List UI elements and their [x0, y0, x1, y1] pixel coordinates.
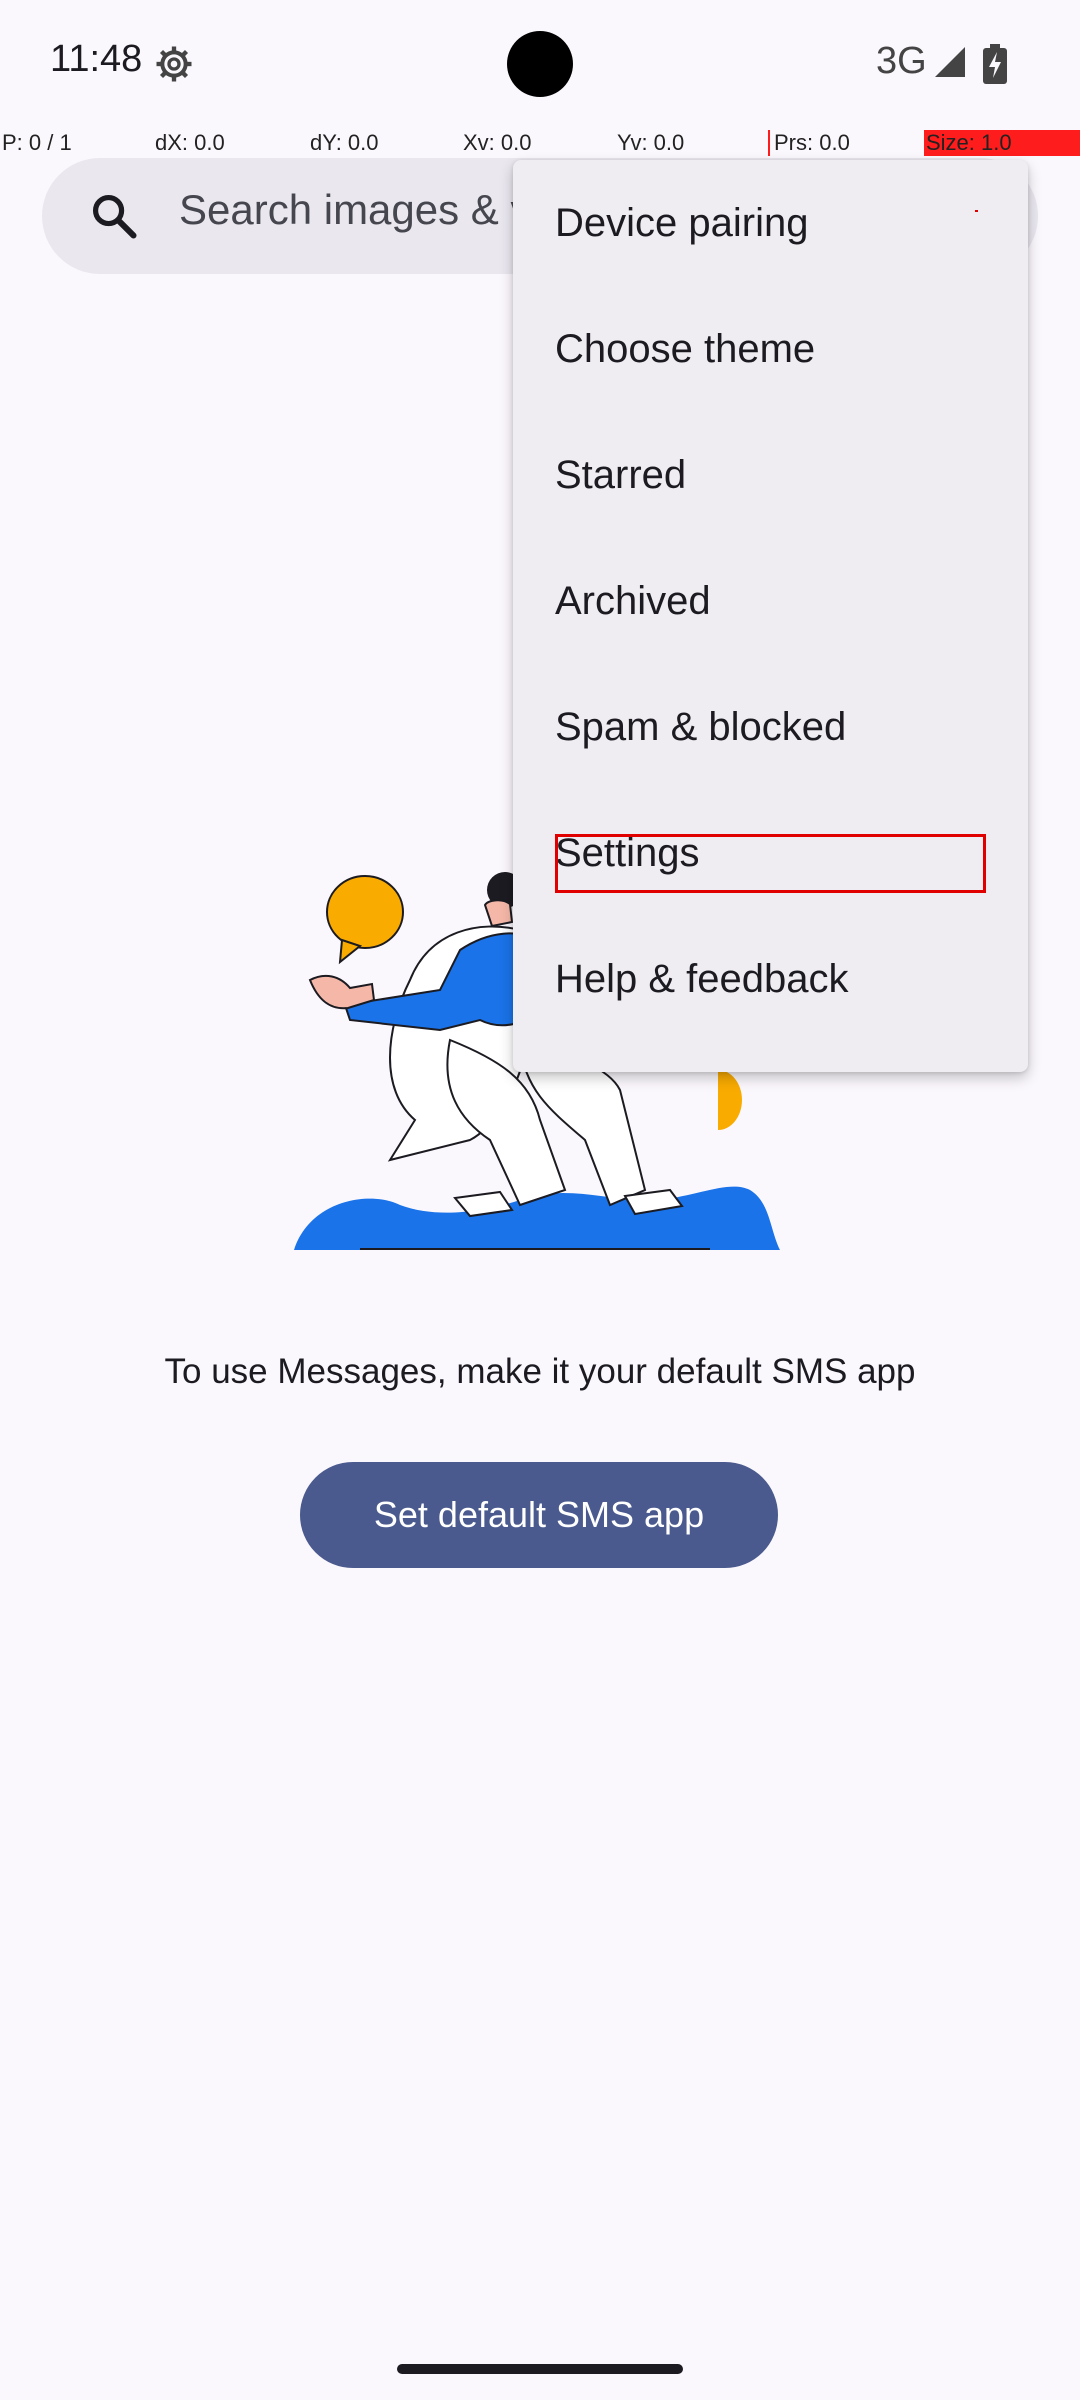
pointer-location-overlay: P: 0 / 1 dX: 0.0 dY: 0.0 Xv: 0.0 Yv: 0.0…: [0, 128, 1080, 158]
status-bar: 11:48 3G: [0, 0, 1080, 128]
menu-item-spam-blocked[interactable]: Spam & blocked: [513, 664, 1028, 790]
overflow-menu: Device pairing Choose theme Starred Arch…: [513, 160, 1028, 1072]
home-gesture-bar[interactable]: [397, 2364, 683, 2374]
status-time: 11:48: [50, 38, 143, 80]
front-camera-cutout: [507, 31, 573, 97]
pointer-dy: dY: 0.0: [310, 130, 379, 155]
set-default-sms-app-button[interactable]: Set default SMS app: [300, 1462, 778, 1568]
menu-item-help-feedback[interactable]: Help & feedback: [513, 916, 1028, 1042]
menu-item-label: Archived: [555, 578, 711, 623]
battery-charging-icon: [983, 44, 1007, 84]
menu-item-choose-theme[interactable]: Choose theme: [513, 286, 1028, 412]
menu-item-label: Help & feedback: [555, 956, 849, 1001]
default-sms-info-text: To use Messages, make it your default SM…: [164, 1352, 916, 1391]
menu-item-label: Spam & blocked: [555, 704, 847, 749]
search-input[interactable]: Search images & v: [179, 186, 532, 234]
pointer-dx: dX: 0.0: [155, 130, 225, 155]
menu-item-starred[interactable]: Starred: [513, 412, 1028, 538]
menu-item-label: Choose theme: [555, 326, 816, 371]
menu-item-archived[interactable]: Archived: [513, 538, 1028, 664]
settings-gear-icon: [156, 46, 192, 82]
pointer-size: Size: 1.0: [924, 130, 1080, 156]
menu-item-label: Starred: [555, 452, 687, 497]
menu-item-label: Device pairing: [555, 200, 809, 245]
pointer-xv: Xv: 0.0: [463, 130, 532, 155]
search-icon: [92, 194, 137, 239]
pointer-pressure: Prs: 0.0: [768, 130, 850, 156]
pointer-yv: Yv: 0.0: [617, 130, 685, 155]
network-type: 3G: [876, 40, 927, 82]
menu-item-device-pairing[interactable]: Device pairing: [513, 160, 1028, 286]
touch-point-marker: [975, 210, 978, 212]
pointer-count: P: 0 / 1: [2, 130, 72, 155]
cell-signal-icon: [935, 47, 965, 77]
settings-highlight-box: [555, 834, 986, 893]
